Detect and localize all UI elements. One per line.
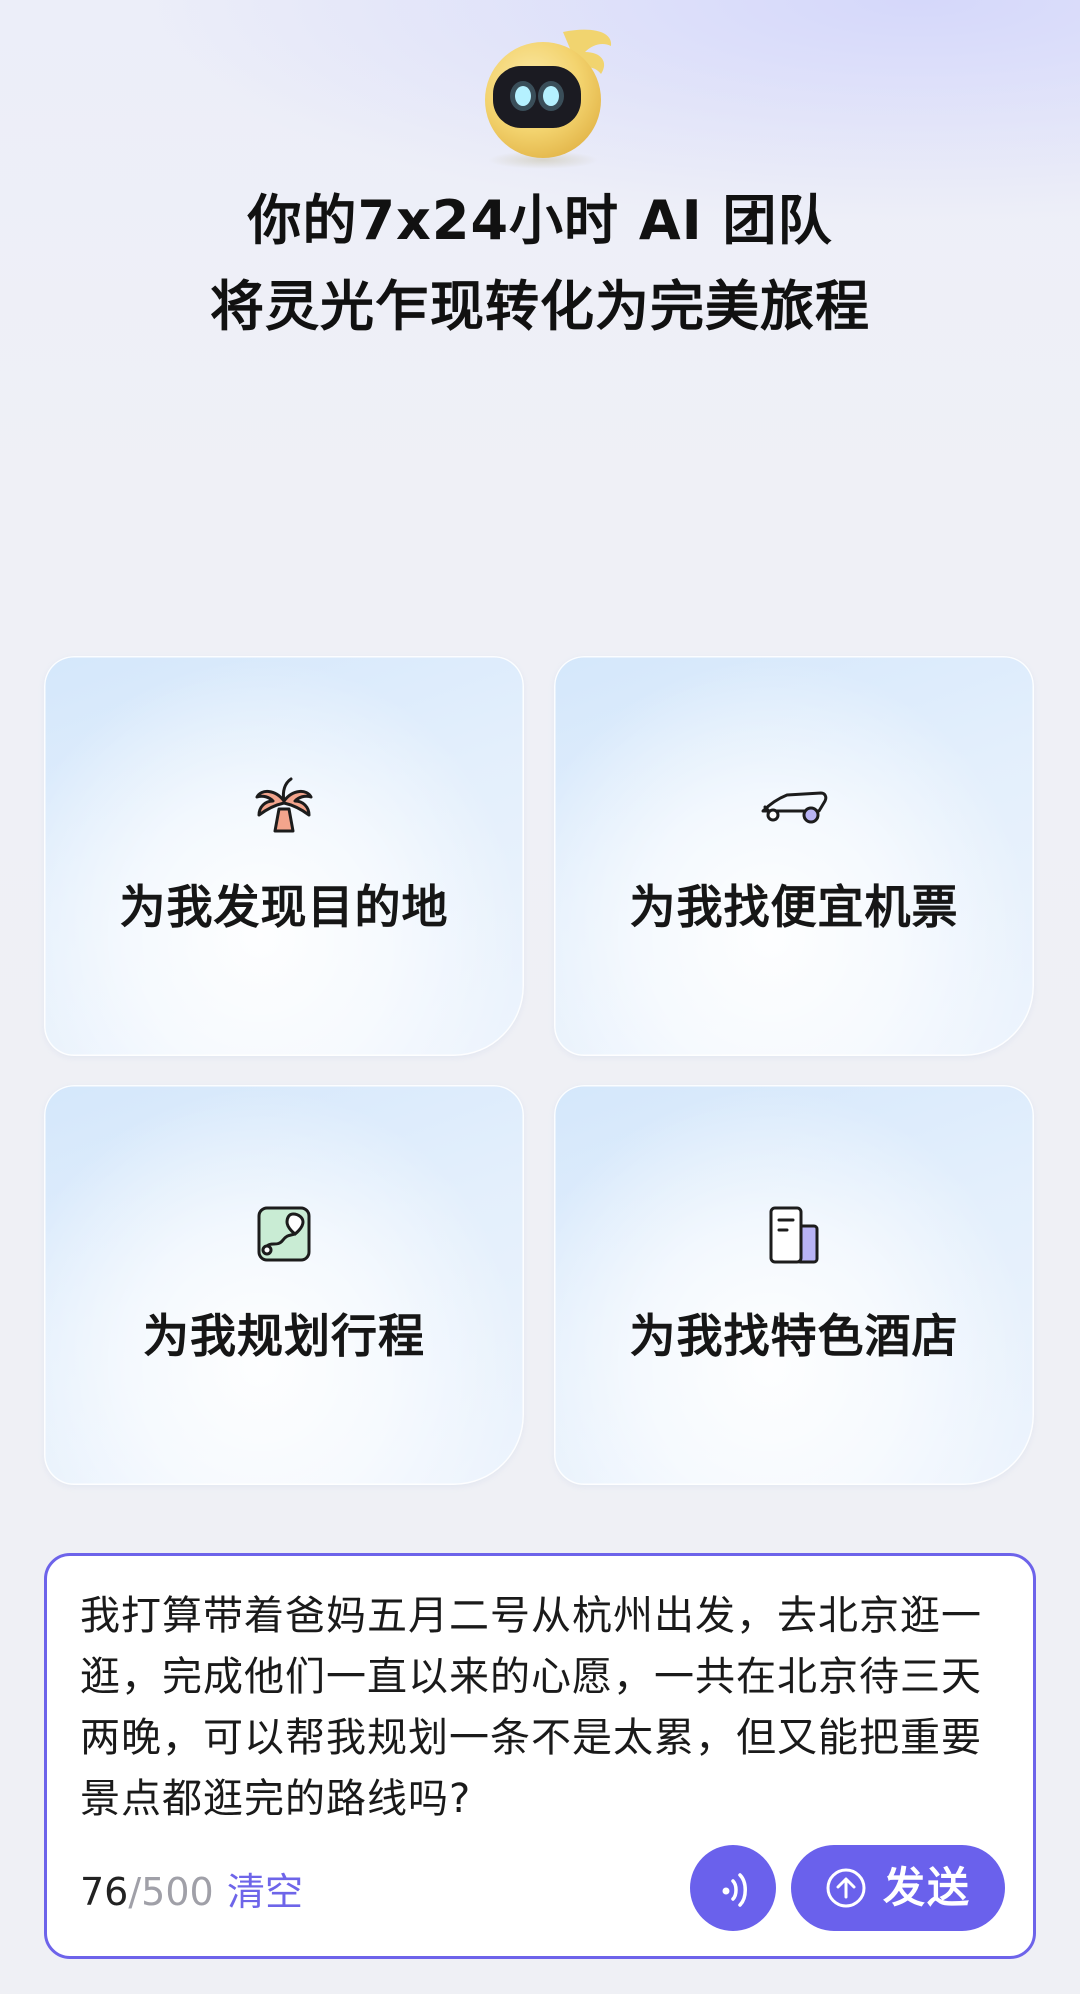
char-max: 500 [141, 1870, 214, 1914]
prompt-text[interactable]: 我打算带着爸妈五月二号从杭州出发，去北京逛一逛，完成他们一直以来的心愿，一共在北… [80, 1586, 1000, 1830]
send-button[interactable]: 发送 [791, 1845, 1005, 1931]
card-plan-itinerary[interactable]: 为我规划行程 [44, 1085, 524, 1485]
arrow-up-circle-icon [826, 1868, 866, 1908]
card-label: 为我规划行程 [143, 1309, 425, 1363]
char-count: 76 [80, 1870, 129, 1914]
voice-wave-icon [722, 1873, 747, 1907]
clear-button[interactable]: 清空 [227, 1862, 303, 1922]
prompt-input-box[interactable]: 我打算带着爸妈五月二号从杭州出发，去北京逛一逛，完成他们一直以来的心愿，一共在北… [44, 1553, 1036, 1959]
voice-button[interactable] [690, 1845, 776, 1931]
robot-mascot [463, 22, 623, 172]
card-label: 为我发现目的地 [119, 880, 449, 934]
hotel-building-icon [759, 1200, 829, 1270]
card-discover-destination[interactable]: 为我发现目的地 [44, 656, 524, 1056]
char-counter-separator: / [128, 1870, 142, 1914]
card-label: 为我找便宜机票 [629, 880, 959, 934]
card-special-hotels[interactable]: 为我找特色酒店 [554, 1085, 1034, 1485]
map-route-icon [249, 1200, 319, 1270]
card-label: 为我找特色酒店 [629, 1309, 959, 1363]
char-counter: 76/500 [80, 1862, 214, 1922]
card-cheap-flights[interactable]: 为我找便宜机票 [554, 656, 1034, 1056]
hero-title-line1: 你的7x24小时 AI 团队 [247, 189, 833, 252]
hero-title-line2: 将灵光乍现转化为完美旅程 [210, 275, 870, 338]
palm-tree-icon [249, 771, 319, 841]
plane-icon [759, 771, 829, 841]
hero-title: 你的7x24小时 AI 团队 将灵光乍现转化为完美旅程 [0, 178, 1080, 350]
send-label: 发送 [883, 1863, 972, 1912]
